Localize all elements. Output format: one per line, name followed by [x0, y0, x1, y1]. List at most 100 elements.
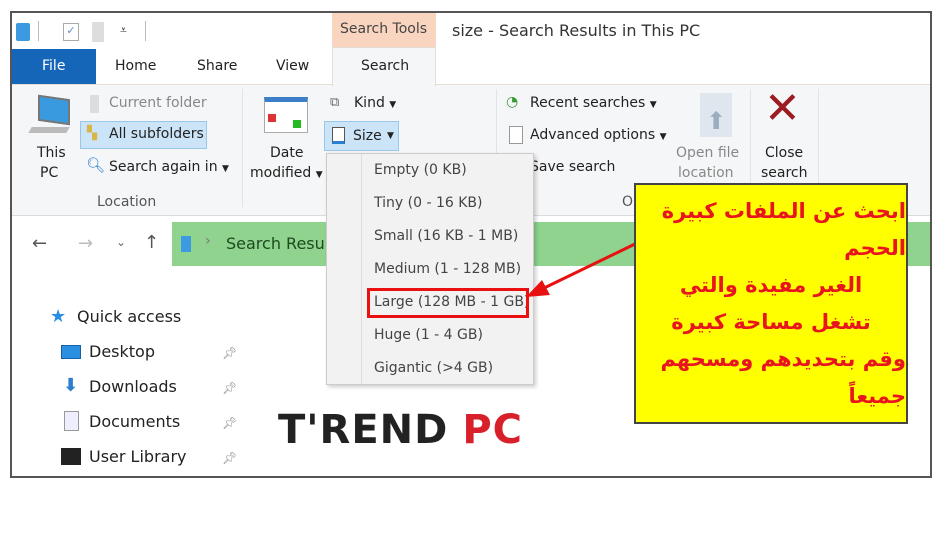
context-tab-label: Search Tools: [340, 21, 428, 37]
note-line: تشغل مساحة كبيرة: [671, 309, 871, 334]
this-pc-icon: [38, 94, 70, 126]
user-library-icon: [61, 448, 81, 465]
size-option-huge[interactable]: Huge (1 - 4 GB): [374, 327, 483, 343]
dropdown-arrow-icon: ▼: [315, 170, 323, 180]
arrow-head-icon: [526, 280, 550, 297]
pin-icon[interactable]: 📌︎: [222, 346, 237, 360]
all-subfolders-label: All subfolders: [109, 126, 204, 142]
date-modified-button[interactable]: modified ▼: [250, 165, 323, 181]
search-again-label: Search again in: [109, 159, 218, 175]
open-file-location-line2: location: [678, 165, 734, 181]
tab-file[interactable]: File: [12, 49, 96, 84]
location-group-label: Location: [97, 194, 157, 210]
size-option-small[interactable]: Small (16 KB - 1 MB): [374, 228, 518, 244]
advanced-options-icon: [509, 126, 523, 144]
nav-user-library[interactable]: User Library: [89, 447, 187, 466]
current-folder-icon: [90, 95, 99, 113]
pin-icon[interactable]: 📌︎: [222, 416, 237, 430]
this-pc-line1[interactable]: This: [37, 145, 66, 161]
recent-searches-label: Recent searches: [530, 95, 646, 111]
divider: [145, 21, 146, 41]
note-line: وقم بتحديدهم ومسحهم جميعاً: [660, 346, 906, 408]
back-button[interactable]: ←: [32, 233, 47, 254]
nav-documents[interactable]: Documents: [89, 412, 180, 431]
tab-search[interactable]: Search: [332, 47, 436, 86]
recent-locations-button[interactable]: ⌄: [116, 235, 126, 249]
close-search-icon[interactable]: ✕: [764, 83, 801, 134]
advanced-options-label: Advanced options: [530, 127, 656, 143]
open-file-location-line1: Open file: [676, 145, 740, 161]
save-search-button[interactable]: Save search: [530, 159, 615, 175]
desktop-icon: [61, 345, 81, 359]
properties-icon[interactable]: ✓: [63, 23, 79, 41]
annotation-note: ابحث عن الملفات كبيرة الحجم الغير مفيدة …: [634, 183, 908, 424]
search-again-icon: 🔍︎: [86, 156, 106, 174]
recent-searches-button[interactable]: Recent searches ▼: [530, 95, 657, 111]
note-line: ابحث عن الملفات كبيرة الحجم: [661, 198, 906, 260]
new-folder-icon[interactable]: [92, 22, 104, 42]
downloads-icon: ⬇: [63, 375, 79, 396]
this-pc-line2[interactable]: PC: [40, 165, 58, 181]
tab-view[interactable]: View: [276, 58, 309, 74]
kind-label: Kind: [354, 95, 385, 111]
date-modified-icon: [264, 97, 308, 133]
recent-searches-icon: ◔: [506, 94, 519, 110]
arrow-line: [539, 242, 636, 292]
nav-desktop[interactable]: Desktop: [89, 342, 155, 361]
quick-access-star-icon: ★: [50, 306, 67, 327]
calendar-red-cell: [268, 114, 276, 122]
explorer-icon: [16, 23, 30, 41]
trendpc-logo: T'REND PC: [278, 407, 523, 453]
highlight-box: [367, 288, 529, 318]
current-folder-button[interactable]: Current folder: [109, 95, 207, 111]
kind-button[interactable]: Kind ▼: [354, 95, 396, 111]
all-subfolders-button[interactable]: ▚ All subfolders: [80, 121, 207, 149]
documents-icon: [64, 411, 79, 431]
menu-gutter: [361, 154, 362, 384]
close-search-line1[interactable]: Close: [765, 145, 803, 161]
advanced-options-button[interactable]: Advanced options ▼: [530, 127, 667, 143]
tab-home[interactable]: Home: [115, 58, 156, 74]
dropdown-arrow-icon: ▼: [222, 164, 229, 174]
size-icon: [332, 127, 345, 144]
search-location-icon: [181, 236, 191, 252]
logo-text-red: PC: [462, 407, 524, 453]
size-option-gigantic[interactable]: Gigantic (>4 GB): [374, 360, 493, 376]
group-divider: [242, 89, 243, 207]
divider: [38, 21, 39, 41]
size-dropdown-menu: Empty (0 KB) Tiny (0 - 16 KB) Small (16 …: [326, 153, 534, 385]
note-line: الغير مفيدة والتي: [679, 272, 863, 297]
size-label: Size: [353, 128, 382, 144]
size-option-empty[interactable]: Empty (0 KB): [374, 162, 467, 178]
date-modified-line1[interactable]: Date: [270, 145, 303, 161]
tab-label: Search: [361, 58, 410, 74]
calendar-green-cell: [293, 120, 301, 128]
keyboard-shape: [28, 127, 70, 133]
close-search-line2[interactable]: search: [761, 165, 808, 181]
open-file-location-icon: ⬆: [700, 93, 732, 137]
up-button[interactable]: ↑: [144, 232, 159, 253]
kind-icon: ⧉: [330, 95, 340, 110]
tab-share[interactable]: Share: [197, 58, 237, 74]
pin-icon[interactable]: 📌︎: [222, 451, 237, 465]
search-again-button[interactable]: Search again in ▼: [109, 159, 229, 175]
dropdown-arrow-icon: ▼: [389, 100, 397, 110]
size-option-tiny[interactable]: Tiny (0 - 16 KB): [374, 195, 482, 211]
date-modified-line2: modified: [250, 165, 312, 181]
breadcrumb-separator-icon: ›: [205, 233, 211, 249]
nav-quick-access[interactable]: Quick access: [77, 307, 181, 326]
dropdown-arrow-icon: ▼: [659, 132, 667, 142]
search-tools-context: Search Tools: [332, 13, 436, 47]
pin-icon[interactable]: 📌︎: [222, 381, 237, 395]
annotation-arrow: [526, 242, 636, 297]
dropdown-arrow-icon: ▼: [387, 131, 394, 141]
tab-label: File: [42, 58, 66, 74]
dropdown-arrow-icon: ▼: [649, 100, 657, 110]
forward-button[interactable]: →: [78, 233, 93, 254]
customize-qat-icon[interactable]: ⩡: [120, 23, 127, 38]
nav-downloads[interactable]: Downloads: [89, 377, 177, 396]
size-option-medium[interactable]: Medium (1 - 128 MB): [374, 261, 521, 277]
size-button[interactable]: Size ▼: [324, 121, 399, 151]
logo-text-dark: T'REND: [278, 407, 449, 453]
subfolders-icon: ▚: [87, 126, 97, 141]
